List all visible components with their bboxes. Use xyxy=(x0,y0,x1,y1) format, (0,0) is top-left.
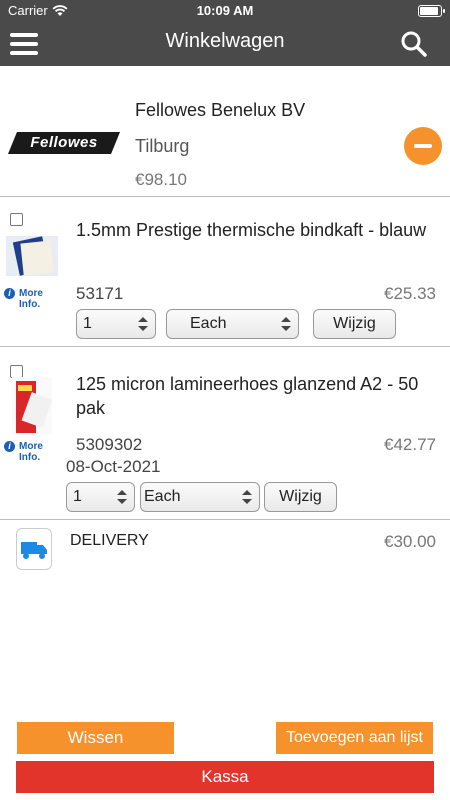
delivery-label: DELIVERY xyxy=(70,532,149,549)
search-icon[interactable] xyxy=(400,30,428,58)
page-title: Winkelwagen xyxy=(165,30,285,52)
delivery-price: €30.00 xyxy=(384,532,436,551)
product-code: 53171 xyxy=(76,284,124,303)
more-info-link[interactable]: i More Info. xyxy=(4,441,49,463)
divider xyxy=(0,519,450,520)
checkout-button[interactable]: Kassa xyxy=(16,761,434,793)
unit-value: Each xyxy=(190,315,227,332)
add-to-list-button[interactable]: Toevoegen aan lijst xyxy=(276,722,433,754)
supplier-logo: Fellowes xyxy=(8,132,120,154)
supplier-city: Tilburg xyxy=(135,136,190,156)
product-code: 5309302 xyxy=(76,435,143,454)
info-icon: i xyxy=(4,441,15,452)
clear-button[interactable]: Wissen xyxy=(17,722,174,754)
nav-bar: Winkelwagen xyxy=(0,22,450,66)
unit-select[interactable]: Each xyxy=(166,309,299,339)
minus-circle-icon[interactable] xyxy=(404,127,442,165)
product-price: €42.77 xyxy=(384,435,436,454)
quantity-select[interactable]: 1 xyxy=(76,309,156,339)
delivery-date: 08-Oct-2021 xyxy=(66,457,161,476)
cart-item: i More Info. 1.5mm Prestige thermische bi… xyxy=(0,196,450,346)
chevron-up-down-icon xyxy=(138,317,148,331)
supplier-name: Fellowes Benelux BV xyxy=(135,100,306,120)
product-thumbnail xyxy=(6,236,58,276)
info-icon: i xyxy=(4,288,15,299)
quantity-value: 1 xyxy=(73,488,82,505)
more-info-link[interactable]: i More Info. xyxy=(4,288,49,310)
truck-icon xyxy=(16,528,52,570)
quantity-value: 1 xyxy=(83,315,92,332)
product-price: €25.33 xyxy=(384,284,436,303)
item-checkbox[interactable] xyxy=(10,213,23,226)
change-button[interactable]: Wijzig xyxy=(264,482,337,512)
battery-icon xyxy=(418,5,445,17)
chevron-up-down-icon xyxy=(242,490,252,504)
product-thumbnail xyxy=(12,377,52,435)
quantity-select[interactable]: 1 xyxy=(66,482,135,512)
change-button[interactable]: Wijzig xyxy=(313,309,396,339)
chevron-up-down-icon xyxy=(117,490,127,504)
cart-item: i More Info. 125 micron lamineerhoes glan… xyxy=(0,347,450,519)
unit-value: Each xyxy=(144,488,181,505)
product-name: 125 micron lamineerhoes glanzend A2 - 50… xyxy=(76,374,419,418)
chevron-up-down-icon xyxy=(281,317,291,331)
status-bar: Carrier 10:09 AM xyxy=(0,0,450,22)
status-time: 10:09 AM xyxy=(196,3,254,18)
unit-select[interactable]: Each xyxy=(140,482,260,512)
product-name: 1.5mm Prestige thermische bindkaft - bla… xyxy=(76,220,427,240)
supplier-section: Fellowes Fellowes Benelux BV Tilburg €98… xyxy=(0,66,450,196)
battery-level xyxy=(420,7,438,15)
supplier-total: €98.10 xyxy=(135,170,187,189)
